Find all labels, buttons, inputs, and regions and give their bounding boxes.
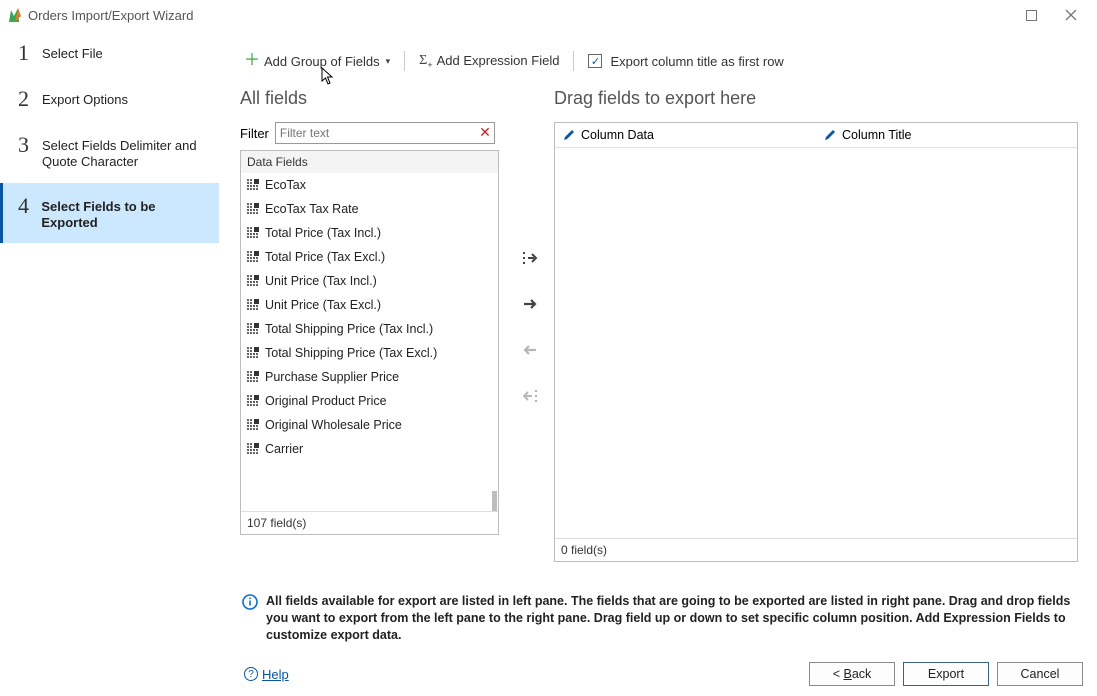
field-label: Purchase Supplier Price [265, 370, 399, 384]
field-row[interactable]: Total Shipping Price (Tax Excl.) [241, 341, 498, 365]
cancel-button[interactable]: Cancel [997, 662, 1083, 686]
field-icon [247, 443, 259, 455]
export-first-row-toggle[interactable]: ✓ Export column title as first row [584, 52, 787, 71]
move-arrows [512, 246, 548, 408]
field-row[interactable]: Original Product Price [241, 389, 498, 413]
step-select-fields[interactable]: 4 Select Fields to be Exported [0, 183, 219, 244]
info-row: All fields available for export are list… [242, 593, 1079, 644]
filter-input[interactable] [275, 122, 495, 144]
move-right-button[interactable] [516, 292, 544, 316]
footer: ? Help < Back Export Cancel [0, 652, 1097, 696]
left-count-label: 107 field(s) [241, 511, 498, 534]
window-title: Orders Import/Export Wizard [28, 8, 193, 23]
field-row[interactable]: Carrier [241, 437, 498, 461]
divider [404, 51, 405, 71]
add-expression-field-button[interactable]: Σ+ Add Expression Field [415, 51, 563, 72]
field-icon [247, 395, 259, 407]
field-row[interactable]: EcoTax [241, 173, 498, 197]
field-label: EcoTax [265, 178, 306, 192]
all-fields-list[interactable]: Data Fields EcoTax EcoTax Tax Rate Total P… [240, 150, 499, 535]
field-row[interactable]: EcoTax Tax Rate [241, 197, 498, 221]
pencil-icon [824, 129, 836, 141]
field-label: Total Price (Tax Incl.) [265, 226, 381, 240]
field-row[interactable]: Total Shipping Price (Tax Incl.) [241, 317, 498, 341]
expression-icon: Σ+ [419, 53, 432, 70]
add-group-fields-button[interactable]: ＋ Add Group of Fields ▾ [240, 51, 394, 71]
export-columns-header: Column Data Column Title [555, 123, 1077, 148]
scrollbar-thumb[interactable] [492, 491, 497, 511]
field-icon [247, 419, 259, 431]
app-icon [6, 7, 22, 23]
pencil-icon [563, 129, 575, 141]
step-export-options[interactable]: 2 Export Options [0, 76, 219, 122]
info-text: All fields available for export are list… [266, 593, 1079, 644]
drag-fields-heading: Drag fields to export here [554, 88, 756, 109]
filter-row: Filter ✕ [240, 122, 495, 144]
close-button[interactable] [1051, 0, 1091, 30]
field-row[interactable]: Total Price (Tax Excl.) [241, 245, 498, 269]
field-icon [247, 347, 259, 359]
right-count-label: 0 field(s) [555, 538, 1077, 561]
titlebar: Orders Import/Export Wizard [0, 0, 1097, 30]
field-label: Original Wholesale Price [265, 418, 402, 432]
field-icon [247, 323, 259, 335]
plus-icon: ＋ [244, 53, 260, 69]
info-icon [242, 594, 258, 610]
field-label: Total Price (Tax Excl.) [265, 250, 385, 264]
column-title-header[interactable]: Column Title [816, 123, 1077, 147]
field-icon [247, 371, 259, 383]
move-all-left-button[interactable] [516, 384, 544, 408]
field-icon [247, 227, 259, 239]
field-row[interactable]: Purchase Supplier Price [241, 365, 498, 389]
field-icon [247, 251, 259, 263]
field-label: Unit Price (Tax Excl.) [265, 298, 381, 312]
field-row[interactable]: Unit Price (Tax Incl.) [241, 269, 498, 293]
column-data-header[interactable]: Column Data [555, 123, 816, 147]
move-all-right-button[interactable] [516, 246, 544, 270]
back-button[interactable]: < Back [809, 662, 895, 686]
field-label: Unit Price (Tax Incl.) [265, 274, 377, 288]
step-select-file[interactable]: 1 Select File [0, 30, 219, 76]
field-label: Total Shipping Price (Tax Excl.) [265, 346, 437, 360]
move-left-button[interactable] [516, 338, 544, 362]
field-icon [247, 299, 259, 311]
field-icon [247, 275, 259, 287]
export-fields-list[interactable]: Column Data Column Title 0 field(s) [554, 122, 1078, 562]
wizard-steps: 1 Select File 2 Export Options 3 Select … [0, 30, 219, 243]
field-icon [247, 203, 259, 215]
field-row[interactable]: Total Price (Tax Incl.) [241, 221, 498, 245]
field-label: Carrier [265, 442, 303, 456]
export-drop-area[interactable] [555, 148, 1077, 538]
maximize-button[interactable] [1011, 0, 1051, 30]
checkbox-checked-icon: ✓ [588, 54, 602, 68]
field-row[interactable]: Unit Price (Tax Excl.) [241, 293, 498, 317]
chevron-down-icon: ▾ [386, 56, 391, 67]
help-link[interactable]: ? Help [244, 667, 289, 682]
filter-label: Filter [240, 126, 269, 141]
field-label: Total Shipping Price (Tax Incl.) [265, 322, 433, 336]
field-row[interactable]: Original Wholesale Price [241, 413, 498, 437]
toolbar: ＋ Add Group of Fields ▾ Σ+ Add Expressio… [240, 48, 1081, 74]
step-delimiter-quote[interactable]: 3 Select Fields Delimiter and Quote Char… [0, 122, 219, 183]
export-button[interactable]: Export [903, 662, 989, 686]
all-fields-heading: All fields [240, 88, 307, 109]
field-label: Original Product Price [265, 394, 387, 408]
all-fields-scroll[interactable]: Data Fields EcoTax EcoTax Tax Rate Total P… [241, 151, 498, 511]
field-label: EcoTax Tax Rate [265, 202, 359, 216]
field-icon [247, 179, 259, 191]
help-icon: ? [244, 667, 258, 681]
field-group-header: Data Fields [241, 151, 498, 173]
divider [573, 51, 574, 71]
clear-filter-icon[interactable]: ✕ [479, 124, 491, 141]
